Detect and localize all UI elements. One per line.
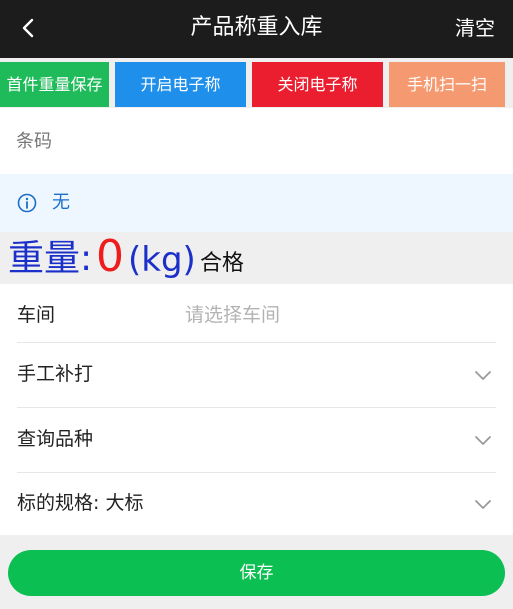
barcode-input[interactable] [16,126,496,156]
barcode-section [0,108,513,174]
action-button-row: 首件重量保存 开启电子称 关闭电子称 手机扫一扫 [0,62,513,107]
scan-button[interactable]: 手机扫一扫 [389,62,505,107]
top-navigation-bar: 产品称重入库 清空 [0,0,513,58]
chevron-down-icon [475,371,491,380]
chevron-down-icon [475,500,491,509]
label-spec-row[interactable]: 标的规格: 大标 [0,472,513,536]
clear-button[interactable]: 清空 [455,13,495,43]
weight-display: 重量: 0 (kg) 合格 [0,232,513,284]
label-spec-label: 标的规格: 大标 [17,492,144,514]
weight-value: 0 [96,231,124,282]
open-scale-button[interactable]: 开启电子称 [115,62,246,107]
info-notice: 无 [0,174,513,232]
footer-bar: 保存 [0,535,513,609]
workshop-label: 车间 [17,304,56,326]
manual-print-label: 手工补打 [17,363,94,385]
weight-status: 合格 [200,251,245,276]
query-variety-row[interactable]: 查询品种 [0,408,513,472]
workshop-placeholder: 请选择车间 [185,304,281,326]
query-variety-label: 查询品种 [17,428,94,450]
chevron-down-icon [475,436,491,445]
save-first-weight-button[interactable]: 首件重量保存 [0,62,109,107]
save-button[interactable]: 保存 [8,550,505,596]
info-text: 无 [52,192,70,213]
weight-unit: (kg) [128,240,196,280]
workshop-select[interactable]: 车间 请选择车间 [0,284,513,348]
form-section: 车间 请选择车间 手工补打 查询品种 标的规格: 大标 [0,284,513,535]
close-scale-button[interactable]: 关闭电子称 [252,62,383,107]
page-title: 产品称重入库 [190,15,323,40]
manual-print-row[interactable]: 手工补打 [0,343,513,407]
weight-label: 重量: [8,238,93,279]
info-icon [17,193,37,213]
